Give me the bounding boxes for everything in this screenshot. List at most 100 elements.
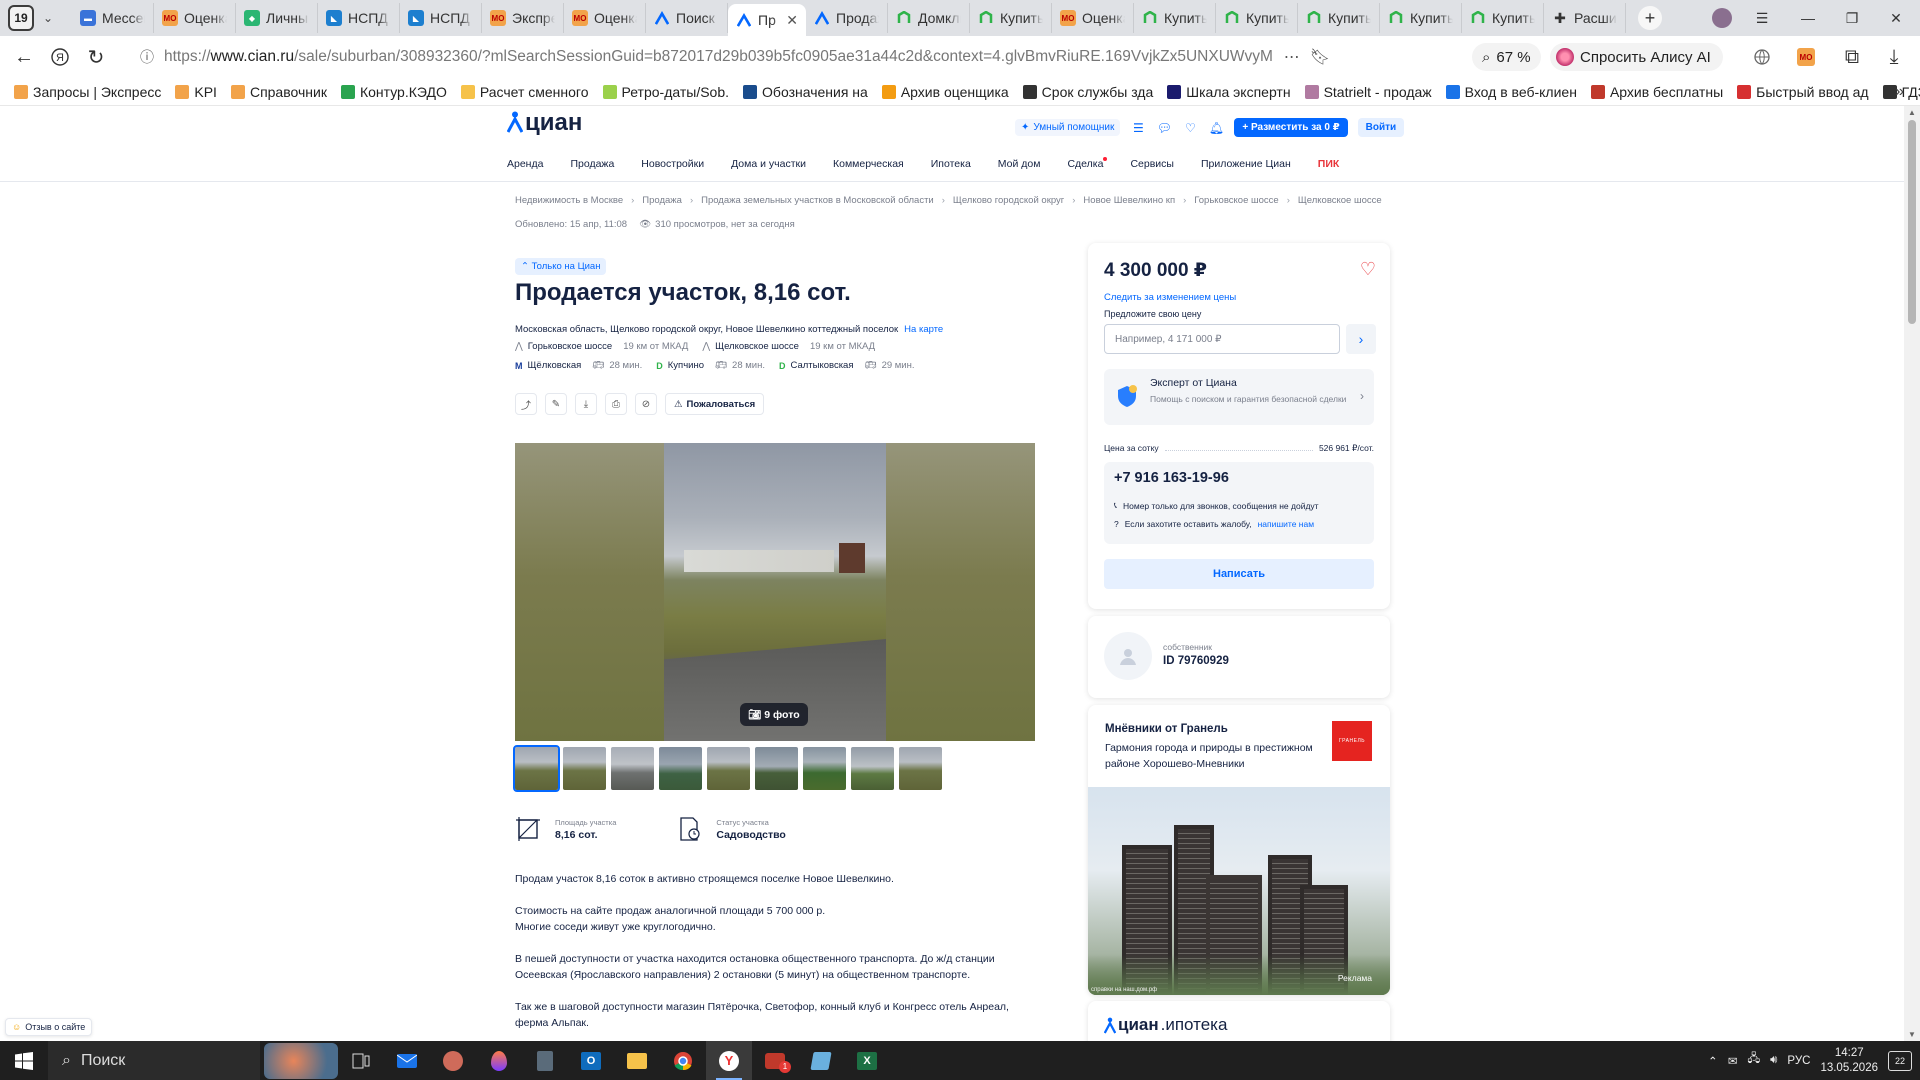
windows-start-icon[interactable] xyxy=(0,1041,48,1080)
tabs-dropdown-icon[interactable]: ⌄ xyxy=(34,4,62,32)
site-info-icon[interactable]: ⓘ xyxy=(140,47,154,67)
download-icon[interactable]: ⤓ xyxy=(575,393,597,415)
bookmark-item[interactable]: KPI xyxy=(175,84,217,100)
yandex-icon[interactable]: Я xyxy=(42,39,78,75)
bookmark-item[interactable]: Архив бесплатны xyxy=(1590,84,1723,100)
outlook-icon[interactable]: O xyxy=(568,1041,614,1080)
browser-tab[interactable]: Купить xyxy=(1134,3,1216,33)
photo-gallery[interactable]: 📷︎ 9 фото xyxy=(515,443,1035,741)
compare-icon[interactable]: ☰ xyxy=(1130,120,1146,136)
zoom-indicator[interactable]: ⌕ 67 % xyxy=(1472,43,1541,71)
nav-item[interactable]: Дома и участки xyxy=(731,158,806,170)
browser-tab[interactable]: Купить xyxy=(1462,3,1544,33)
browser-tab[interactable]: Поиск xyxy=(646,3,728,33)
bookmarks-more-icon[interactable]: » xyxy=(1895,83,1904,101)
edit-note-icon[interactable]: ✎ xyxy=(545,393,567,415)
clock[interactable]: 14:27 13.05.2026 xyxy=(1820,1046,1878,1076)
bookmark-item[interactable]: Контур.КЭДО xyxy=(340,84,447,100)
breadcrumb-item[interactable]: Продажа xyxy=(642,195,682,206)
write-button[interactable]: Написать xyxy=(1104,559,1374,589)
breadcrumb-item[interactable]: Щелковское шоссе xyxy=(1298,195,1382,206)
browser-tab[interactable]: МО Оценка xyxy=(154,3,236,33)
browser-tab[interactable]: ◣ НСПД xyxy=(400,3,482,33)
browser-tab[interactable]: Купить xyxy=(1298,3,1380,33)
app-badge-icon[interactable]: 1 xyxy=(752,1041,798,1080)
browser-tab[interactable]: Купить xyxy=(1380,3,1462,33)
track-price-link[interactable]: Следить за изменением цены xyxy=(1104,292,1236,303)
downloads-icon[interactable]: ⤓ xyxy=(1876,39,1912,75)
highway-item[interactable]: ⋀ Горьковское шоссе 19 км от МКАД xyxy=(515,341,688,352)
owner-id[interactable]: ID 79760929 xyxy=(1163,655,1229,667)
menu-icon[interactable]: ☰ xyxy=(1744,0,1780,36)
thumbnail[interactable] xyxy=(563,747,606,790)
chat-icon[interactable]: 💬︎ xyxy=(1156,120,1172,136)
breadcrumb-item[interactable]: Щелково городской округ xyxy=(953,195,1064,206)
breadcrumb-item[interactable]: Недвижимость в Москве xyxy=(515,195,623,206)
maximize-icon[interactable]: ❐ xyxy=(1834,0,1870,36)
excel-icon[interactable]: X xyxy=(844,1041,890,1080)
tab-counter[interactable]: 19 xyxy=(8,5,34,31)
highway-item[interactable]: ⋀ Щелковское шоссе 19 км от МКАД xyxy=(702,341,875,352)
nav-item[interactable]: Сделка xyxy=(1067,157,1108,170)
scroll-down-icon[interactable]: ▼ xyxy=(1908,1030,1916,1039)
translate-icon[interactable] xyxy=(1744,39,1780,75)
nav-item[interactable]: Аренда xyxy=(507,158,543,170)
browser-tab[interactable]: ◣ НСПД xyxy=(318,3,400,33)
thumbnail[interactable] xyxy=(803,747,846,790)
station-item[interactable]: D Салтыковская 🚌︎ 29 мин. xyxy=(779,360,915,371)
nav-item[interactable]: Продажа xyxy=(570,158,614,170)
url-field[interactable]: ⓘ https://www.cian.ru/sale/suburban/3089… xyxy=(140,36,1330,78)
language-indicator[interactable]: РУС xyxy=(1787,1055,1810,1067)
page-scrollbar[interactable]: ▲ ▼ xyxy=(1904,106,1920,1041)
alisa-button[interactable]: Спросить Алису AI xyxy=(1550,43,1723,71)
print-icon[interactable]: ⎙ xyxy=(605,393,627,415)
hide-icon[interactable]: ⊘ xyxy=(635,393,657,415)
mail-tray-icon[interactable]: ✉ xyxy=(1728,1054,1738,1068)
browser-tab[interactable]: ✚ Расширения xyxy=(1544,3,1626,33)
offer-price-input[interactable]: Например, 4 171 000 ₽ xyxy=(1104,324,1340,354)
notepad-icon[interactable] xyxy=(798,1041,844,1080)
thumbnail[interactable] xyxy=(707,747,750,790)
nav-item[interactable]: Мой дом xyxy=(998,158,1041,170)
app-icon[interactable] xyxy=(430,1041,476,1080)
thumbnail[interactable] xyxy=(513,745,560,792)
feedback-button[interactable]: ☺ Отзыв о сайте xyxy=(5,1018,93,1036)
cian-logo[interactable]: циан xyxy=(507,109,582,137)
breadcrumb-item[interactable]: Новое Шевелкино кп xyxy=(1083,195,1175,206)
bookmark-item[interactable]: Statrielt - продаж xyxy=(1304,84,1432,100)
flame-app-icon[interactable] xyxy=(476,1041,522,1080)
mail-icon[interactable] xyxy=(384,1041,430,1080)
scrollbar-thumb[interactable] xyxy=(1908,120,1916,324)
complain-button[interactable]: ⚠ Пожаловаться xyxy=(665,393,765,415)
photo-count-button[interactable]: 📷︎ 9 фото xyxy=(740,703,808,726)
nav-item[interactable]: Сервисы xyxy=(1130,158,1174,170)
back-icon[interactable]: ← xyxy=(6,39,42,75)
bookmark-item[interactable]: Архив оценщика xyxy=(881,84,1009,100)
nav-item[interactable]: Коммерческая xyxy=(833,158,904,170)
minimize-icon[interactable]: — xyxy=(1790,0,1826,36)
task-view-icon[interactable] xyxy=(338,1041,384,1080)
taskbar-search[interactable]: ⌕ Поиск xyxy=(48,1041,260,1080)
breadcrumb-item[interactable]: Продажа земельных участков в Московской … xyxy=(701,195,934,206)
browser-tab[interactable]: Купить xyxy=(970,3,1052,33)
browser-tab[interactable]: Пр ✕ xyxy=(728,4,806,36)
volume-icon[interactable]: 🔊︎ xyxy=(1770,1054,1777,1067)
cian-ipoteka-card[interactable]: циан .ипотека xyxy=(1088,1001,1390,1041)
bookmark-item[interactable]: Обозначения на xyxy=(743,84,868,100)
bookmark-item[interactable]: Расчет сменного xyxy=(460,84,589,100)
browser-tab[interactable]: МО Экспресс xyxy=(482,3,564,33)
browser-tab[interactable]: Домклик xyxy=(888,3,970,33)
breadcrumb-item[interactable]: Горьковское шоссе xyxy=(1194,195,1278,206)
new-tab-button[interactable]: + xyxy=(1638,6,1662,30)
collections-icon[interactable]: ⧉ xyxy=(1834,39,1870,75)
station-item[interactable]: M Щёлковская 🚌︎ 28 мин. xyxy=(515,360,642,371)
chrome-icon[interactable] xyxy=(660,1041,706,1080)
offer-submit-button[interactable]: › xyxy=(1346,324,1376,354)
bookmark-item[interactable]: Срок службы зда xyxy=(1022,84,1153,100)
notifications-icon[interactable]: 🔔︎ xyxy=(1208,120,1224,136)
profile-avatar[interactable] xyxy=(1704,0,1740,36)
favorites-icon[interactable]: ♡ xyxy=(1182,120,1198,136)
browser-tab[interactable]: МО Оценка xyxy=(564,3,646,33)
nav-item[interactable]: Приложение Циан xyxy=(1201,158,1291,170)
bookmark-item[interactable]: Быстрый ввод ад xyxy=(1737,84,1869,100)
